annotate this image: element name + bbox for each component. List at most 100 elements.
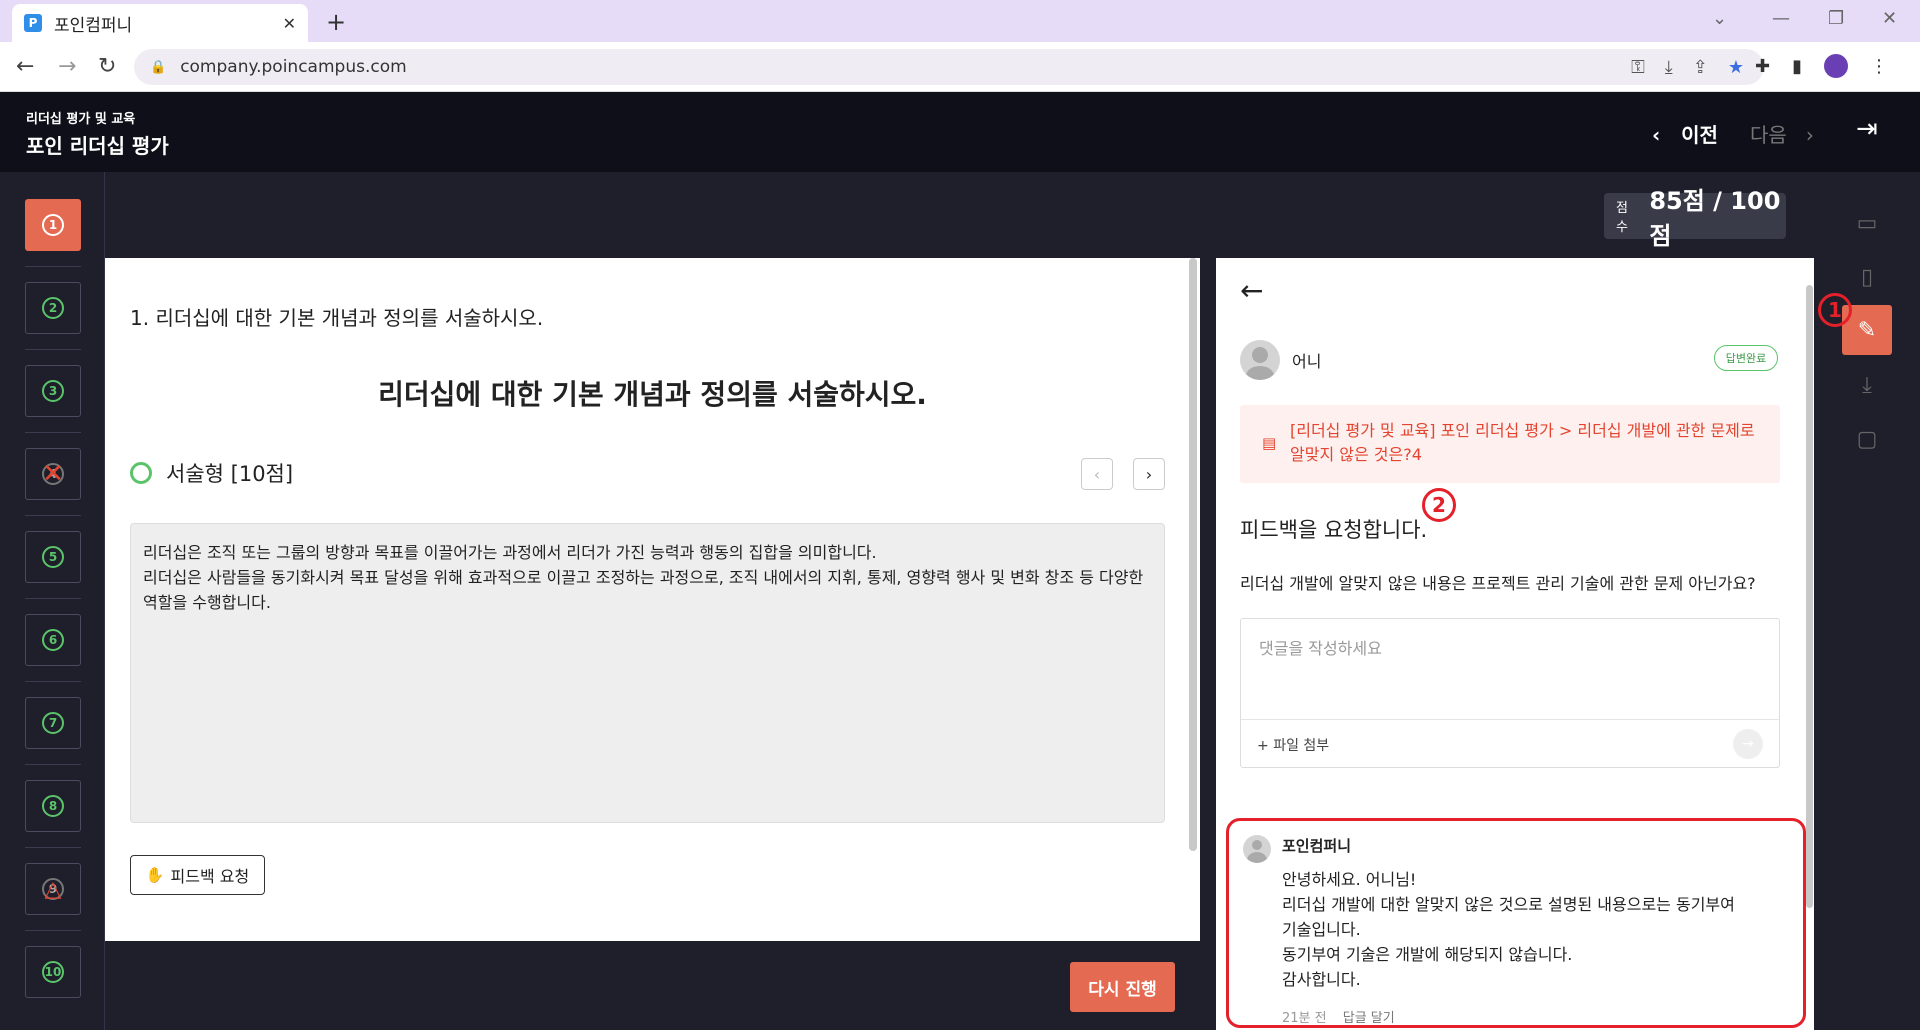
reload-icon[interactable]: ↻ <box>98 54 116 79</box>
new-tab-icon[interactable]: + <box>326 8 346 36</box>
question-button-6[interactable]: 6 <box>25 614 81 666</box>
question-title: 리더십에 대한 기본 개념과 정의를 서술하시오. <box>378 378 927 411</box>
prev-button[interactable]: ‹ 이전 <box>1652 119 1718 148</box>
divider <box>25 515 81 516</box>
browser-tab[interactable]: P 포인컴퍼니 ✕ <box>12 4 308 42</box>
reference-link[interactable]: ▤ [리더십 평가 및 교육] 포인 리더십 평가 > 리더십 개발에 관한 문… <box>1240 405 1780 483</box>
divider <box>25 764 81 765</box>
reply-line: 리더십 개발에 대한 알맞지 않은 것으로 설명된 내용으로는 동기부여 <box>1282 895 1735 914</box>
close-window-icon[interactable]: ✕ <box>1882 8 1897 29</box>
next-button[interactable]: 다음 › <box>1750 119 1814 148</box>
favicon-icon: P <box>24 14 42 32</box>
question-number: 3 <box>42 380 64 402</box>
question-button-3[interactable]: 3 <box>25 365 81 417</box>
download-icon[interactable]: ⤓ <box>1842 360 1892 410</box>
prev-page-button[interactable]: ‹ <box>1081 458 1113 490</box>
main-scrollbar[interactable] <box>1189 258 1197 851</box>
reply-comment: 포인컴퍼니 안녕하세요. 어니님! 리더십 개발에 대한 알맞지 않은 것으로 … <box>1226 818 1806 1028</box>
partial-mark-icon: △ <box>44 876 62 902</box>
question-button-1[interactable]: 1 <box>25 199 81 251</box>
reference-text: [리더십 평가 및 교육] 포인 리더십 평가 > 리더십 개발에 관한 문제로… <box>1290 421 1755 464</box>
key-icon[interactable]: ⚿ <box>1631 57 1645 78</box>
forward-icon[interactable]: → <box>58 54 76 79</box>
reply-line: 안녕하세요. 어니님! <box>1282 870 1417 889</box>
question-sidebar: 1 2 3 4 ✕ 5 6 7 8 9 △ 10 <box>0 172 105 1030</box>
question-button-2[interactable]: 2 <box>25 282 81 334</box>
plus-icon: + <box>1257 738 1269 754</box>
bookmark-star-icon[interactable]: ★ <box>1728 57 1744 78</box>
annotation-marker-2: 2 <box>1422 488 1456 522</box>
tab-title: 포인컴퍼니 <box>54 15 133 36</box>
minimize-icon[interactable]: — <box>1772 8 1790 29</box>
back-arrow-icon[interactable]: ← <box>1240 274 1263 307</box>
question-number: 1 <box>42 214 64 236</box>
requester-row: 어니 <box>1240 340 1321 380</box>
side-panel-icon[interactable]: ▮ <box>1792 56 1802 77</box>
question-button-10[interactable]: 10 <box>25 946 81 998</box>
browser-tabbar: P 포인컴퍼니 ✕ + ⌄ — ❐ ✕ <box>0 0 1920 42</box>
exit-icon[interactable]: ⇥ <box>1856 114 1878 144</box>
extensions-icon[interactable]: ✚ <box>1755 56 1770 77</box>
book-icon[interactable]: ▯ <box>1842 252 1892 302</box>
question-number: 7 <box>42 712 64 734</box>
comment-input[interactable]: 댓글을 작성하세요 <box>1259 635 1382 659</box>
question-button-9[interactable]: 9 △ <box>25 863 81 915</box>
reply-time: 21분 전 <box>1282 1011 1327 1026</box>
divider <box>25 432 81 433</box>
page-title: 포인 리더십 평가 <box>26 134 169 158</box>
feedback-request-label: 피드백 요청 <box>170 867 250 886</box>
send-button[interactable]: → <box>1733 729 1763 759</box>
divider <box>25 349 81 350</box>
reply-meta: 21분 전 답글 달기 <box>1282 1007 1395 1026</box>
chevron-left-icon: ‹ <box>1652 123 1661 147</box>
question-type: 서술형 [10점] <box>130 458 293 488</box>
chevron-left-icon: ‹ <box>1093 464 1101 484</box>
monitor-icon[interactable]: ▭ <box>1842 198 1892 248</box>
question-heading: 1. 리더십에 대한 기본 개념과 정의를 서술하시오. <box>130 306 544 330</box>
question-button-4[interactable]: 4 ✕ <box>25 448 81 500</box>
menu-icon[interactable]: ⋮ <box>1870 56 1888 77</box>
reply-text: 안녕하세요. 어니님! 리더십 개발에 대한 알맞지 않은 것으로 설명된 내용… <box>1282 867 1735 992</box>
feedback-panel: ← 어니 답변완료 ▤ [리더십 평가 및 교육] 포인 리더십 평가 > 리더… <box>1216 258 1814 1030</box>
chevron-right-icon: › <box>1145 464 1153 484</box>
panel-scrollbar[interactable] <box>1806 285 1813 908</box>
tab-search-icon[interactable]: ⌄ <box>1712 8 1727 29</box>
back-icon[interactable]: ← <box>16 54 34 79</box>
url-field[interactable]: 🔒 company.poincampus.com ⚿ ⤓ ⇪ ★ <box>134 49 1764 85</box>
question-button-8[interactable]: 8 <box>25 780 81 832</box>
question-number: 10 <box>42 961 64 983</box>
prev-label: 이전 <box>1681 123 1718 147</box>
close-tab-icon[interactable]: ✕ <box>283 14 296 33</box>
reply-author: 포인컴퍼니 <box>1282 837 1352 855</box>
reply-button[interactable]: 답글 달기 <box>1343 1011 1395 1026</box>
url-text: company.poincampus.com <box>180 57 407 77</box>
score-value: 85점 / 100점 <box>1649 187 1781 250</box>
attach-file-button[interactable]: + 파일 첨부 <box>1257 735 1329 755</box>
answer-textarea[interactable]: 리더십은 조직 또는 그룹의 방향과 목표를 이끌어가는 과정에서 리더가 가진… <box>130 523 1165 823</box>
restore-icon[interactable]: ❐ <box>1828 8 1844 29</box>
divider <box>25 930 81 931</box>
install-icon[interactable]: ⤓ <box>1665 57 1673 78</box>
question-card: 1. 리더십에 대한 기본 개념과 정의를 서술하시오. 리더십에 대한 기본 … <box>105 258 1200 941</box>
next-page-button[interactable]: › <box>1133 458 1165 490</box>
divider <box>25 847 81 848</box>
requester-name: 어니 <box>1292 352 1322 371</box>
feedback-body: 리더십 개발에 알맞지 않은 내용은 프로젝트 관리 기술에 관한 문제 아닌가… <box>1240 574 1756 593</box>
reply-line: 기술입니다. <box>1282 920 1361 939</box>
question-button-7[interactable]: 7 <box>25 697 81 749</box>
reply-line: 동기부여 기술은 개발에 해당되지 않습니다. <box>1282 945 1573 964</box>
share-icon[interactable]: ⇪ <box>1693 57 1708 78</box>
question-type-label: 서술형 [10점] <box>166 462 294 486</box>
address-bar: ← → ↻ 🔒 company.poincampus.com ⚿ ⤓ ⇪ ★ ✚… <box>0 42 1920 92</box>
question-number: 2 <box>42 297 64 319</box>
book-icon: ▤ <box>1262 434 1277 452</box>
question-number: 5 <box>42 546 64 568</box>
avatar <box>1243 835 1271 863</box>
chat-icon[interactable]: ▢ <box>1842 414 1892 464</box>
divider <box>25 266 81 267</box>
retry-button[interactable]: 다시 진행 <box>1070 962 1175 1012</box>
question-button-5[interactable]: 5 <box>25 531 81 583</box>
profile-avatar[interactable] <box>1824 54 1848 78</box>
arrow-right-icon: → <box>1742 736 1754 752</box>
feedback-request-button[interactable]: ✋ 피드백 요청 <box>130 855 265 895</box>
